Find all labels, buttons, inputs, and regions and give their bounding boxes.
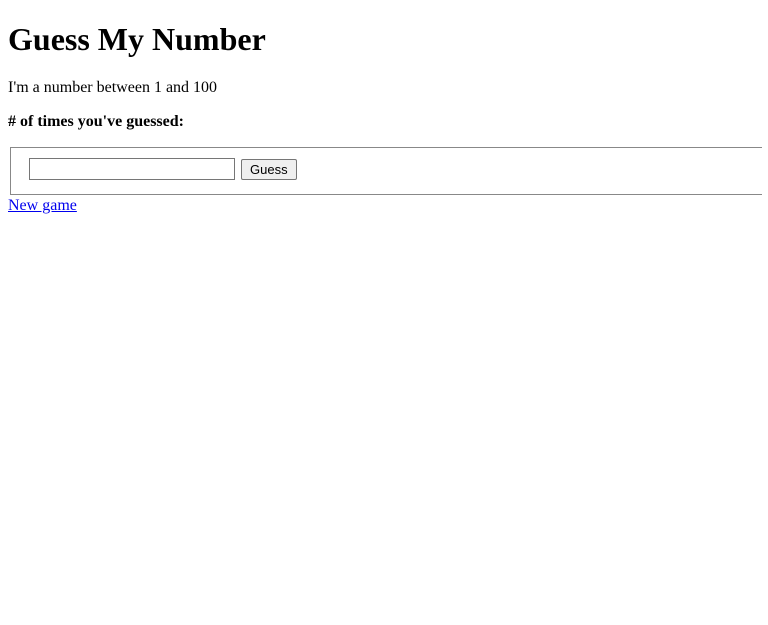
- page-title: Guess My Number: [8, 21, 760, 58]
- guess-count-label: # of times you've guessed:: [8, 113, 760, 131]
- new-game-link[interactable]: New game: [8, 197, 77, 215]
- guess-button[interactable]: Guess: [241, 159, 297, 180]
- intro-text: I'm a number between 1 and 100: [8, 79, 760, 97]
- guess-input[interactable]: [29, 158, 235, 180]
- guess-form: Guess: [10, 147, 762, 195]
